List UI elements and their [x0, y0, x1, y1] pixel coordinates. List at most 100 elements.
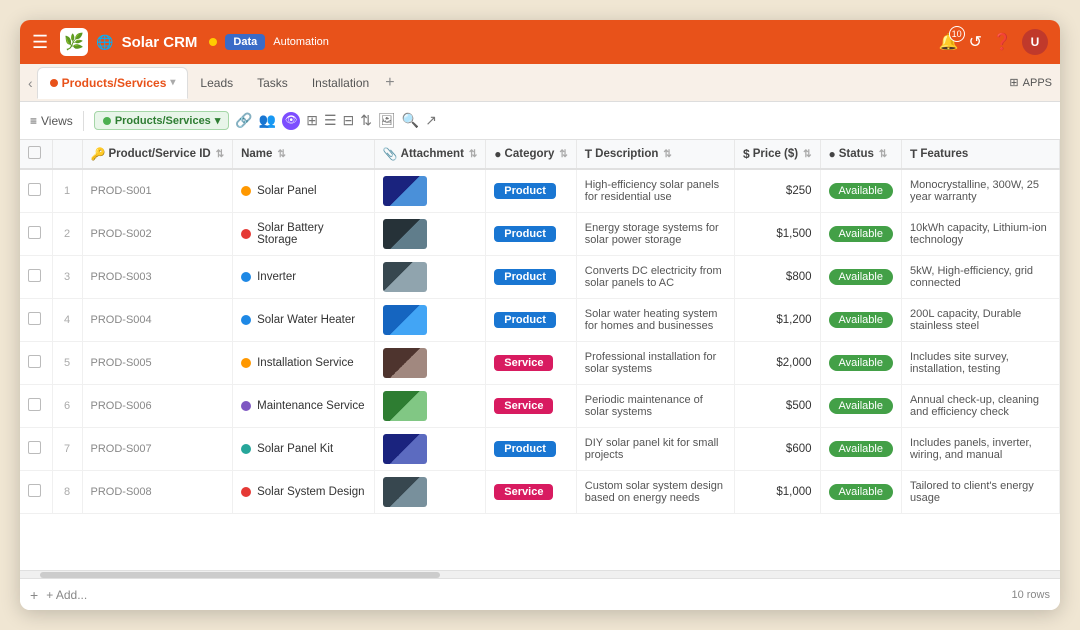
status-badge: Available [829, 355, 893, 371]
row-price: $800 [735, 256, 820, 299]
col-attachment[interactable]: 📎 Attachment ⇅ [374, 140, 486, 169]
sort-icon[interactable]: ⇅ [360, 112, 372, 129]
col-checkbox[interactable] [20, 140, 52, 169]
toolbar: ≡ Views Products/Services ▾ 🔗 👥 👁 ⊞ ☰ ⊟ … [20, 102, 1060, 140]
status-badge: Available [829, 484, 893, 500]
help-icon[interactable]: ❓ [992, 32, 1012, 52]
tab-close-icon[interactable]: ▾ [170, 77, 175, 88]
table-row[interactable]: 4 PROD-S004 Solar Water Heater Product S… [20, 299, 1060, 342]
row-attachment[interactable] [374, 342, 486, 385]
table-scroll[interactable]: 🔑 Product/Service ID ⇅ Name ⇅ [20, 140, 1060, 570]
row-status: Available [820, 213, 901, 256]
row-name[interactable]: Solar Water Heater [233, 299, 375, 342]
table-row[interactable]: 7 PROD-S007 Solar Panel Kit Product DIY … [20, 428, 1060, 471]
tab-installation[interactable]: Installation [300, 67, 381, 99]
row-name[interactable]: Inverter [233, 256, 375, 299]
table-row[interactable]: 6 PROD-S006 Maintenance Service Service … [20, 385, 1060, 428]
views-button[interactable]: ≡ Views [30, 114, 73, 128]
row-name[interactable]: Installation Service [233, 342, 375, 385]
row-name[interactable]: Maintenance Service [233, 385, 375, 428]
row-id: PROD-S001 [82, 169, 233, 213]
tab-tasks[interactable]: Tasks [245, 67, 300, 99]
refresh-icon[interactable]: ↺ [969, 32, 982, 52]
col-id[interactable]: 🔑 Product/Service ID ⇅ [82, 140, 233, 169]
search-icon[interactable]: 🔍 [402, 112, 419, 129]
add-row-plus[interactable]: + [30, 587, 38, 603]
row-name[interactable]: Solar System Design [233, 471, 375, 514]
users-icon[interactable]: 👥 [259, 112, 276, 129]
status-badge: Available [829, 183, 893, 199]
data-badge[interactable]: Data [225, 34, 265, 50]
row-checkbox[interactable] [20, 471, 52, 514]
row-attachment[interactable] [374, 213, 486, 256]
row-attachment[interactable] [374, 256, 486, 299]
row-price: $1,500 [735, 213, 820, 256]
row-attachment[interactable] [374, 385, 486, 428]
col-status[interactable]: ● Status ⇅ [820, 140, 901, 169]
col-features[interactable]: T Features [901, 140, 1059, 169]
grid-icon[interactable]: ⊞ [306, 112, 318, 129]
bell-icon[interactable]: 🔔 10 [939, 32, 959, 52]
row-name[interactable]: Solar Panel Kit [233, 428, 375, 471]
globe-icon: 🌐 [96, 34, 113, 51]
hamburger-icon[interactable]: ☰ [32, 32, 48, 53]
image-icon[interactable]: 🖼 [378, 112, 396, 129]
tab-collapse-arrow[interactable]: ‹ [28, 75, 33, 91]
row-attachment[interactable] [374, 428, 486, 471]
horizontal-scrollbar[interactable] [20, 570, 1060, 578]
col-name[interactable]: Name ⇅ [233, 140, 375, 169]
title-dot [209, 38, 217, 46]
tab-add-icon[interactable]: + [381, 70, 398, 96]
row-attachment[interactable] [374, 471, 486, 514]
table-row[interactable]: 5 PROD-S005 Installation Service Service… [20, 342, 1060, 385]
status-badge: Available [829, 398, 893, 414]
apps-button[interactable]: ⊞ APPS [1009, 76, 1052, 89]
row-attachment[interactable] [374, 169, 486, 213]
row-category: Product [486, 428, 577, 471]
row-checkbox[interactable] [20, 213, 52, 256]
row-id: PROD-S007 [82, 428, 233, 471]
row-checkbox[interactable] [20, 299, 52, 342]
db-label[interactable]: Products/Services ▾ [94, 111, 230, 130]
notification-badge: 10 [949, 26, 965, 42]
add-row-button[interactable]: + Add... [46, 588, 87, 602]
row-name[interactable]: Solar Battery Storage [233, 213, 375, 256]
scrollbar-thumb [40, 572, 440, 578]
row-checkbox[interactable] [20, 256, 52, 299]
col-category[interactable]: ● Category ⇅ [486, 140, 577, 169]
link-icon[interactable]: 🔗 [235, 112, 252, 129]
col-price[interactable]: $ Price ($) ⇅ [735, 140, 820, 169]
table-row[interactable]: 2 PROD-S002 Solar Battery Storage Produc… [20, 213, 1060, 256]
row-checkbox[interactable] [20, 385, 52, 428]
tab-leads[interactable]: Leads [188, 67, 245, 99]
row-description: Converts DC electricity from solar panel… [576, 256, 734, 299]
table-row[interactable]: 3 PROD-S003 Inverter Product Converts DC… [20, 256, 1060, 299]
data-table: 🔑 Product/Service ID ⇅ Name ⇅ [20, 140, 1060, 514]
col-description[interactable]: T Description ⇅ [576, 140, 734, 169]
name-dot [241, 186, 251, 196]
row-name[interactable]: Solar Panel [233, 169, 375, 213]
row-checkbox[interactable] [20, 342, 52, 385]
avatar[interactable]: U [1022, 29, 1048, 55]
row-status: Available [820, 428, 901, 471]
filter-icon[interactable]: ⊟ [343, 112, 355, 129]
table-row[interactable]: 1 PROD-S001 Solar Panel Product High-eff… [20, 169, 1060, 213]
tab-products[interactable]: Products/Services ▾ [37, 67, 189, 99]
list-icon[interactable]: ☰ [324, 112, 337, 129]
row-checkbox[interactable] [20, 169, 52, 213]
filter-circle[interactable]: 👁 [282, 112, 300, 130]
row-status: Available [820, 385, 901, 428]
col-name-sort: ⇅ [277, 149, 285, 160]
name-dot [241, 315, 251, 325]
app-container: ☰ 🌿 🌐 Solar CRM Data Automation 🔔 10 ↺ ❓… [20, 20, 1060, 610]
col-status-sort: ⇅ [879, 149, 887, 160]
table-row[interactable]: 8 PROD-S008 Solar System Design Service … [20, 471, 1060, 514]
automation-badge[interactable]: Automation [273, 36, 329, 48]
thumbnail [383, 477, 427, 507]
row-checkbox[interactable] [20, 428, 52, 471]
row-attachment[interactable] [374, 299, 486, 342]
row-description: Solar water heating system for homes and… [576, 299, 734, 342]
export-icon[interactable]: ↗ [425, 112, 437, 129]
col-desc-sort: ⇅ [663, 149, 671, 160]
name-dot [241, 229, 251, 239]
